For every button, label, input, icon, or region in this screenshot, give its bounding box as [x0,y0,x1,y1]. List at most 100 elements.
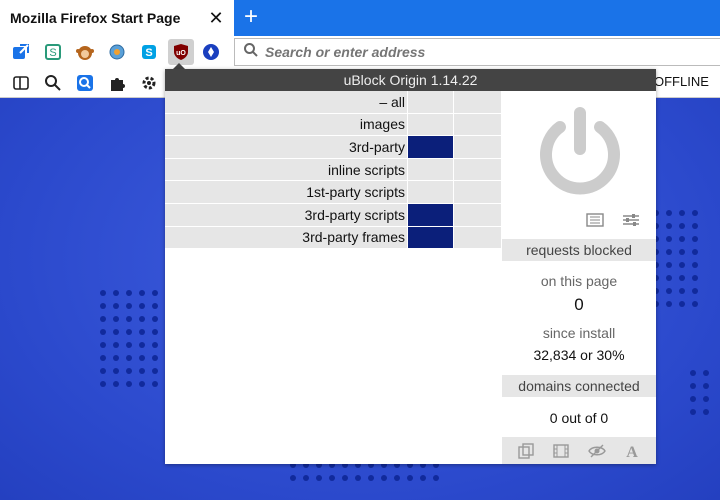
firewall-local-cell[interactable] [453,203,501,226]
firewall-local-cell[interactable] [453,91,501,113]
firewall-row-label: 3rd-party [165,136,407,158]
s-extension-icon[interactable]: S [42,41,64,63]
popup-footer-tools: A [502,437,656,464]
map-dot [703,409,709,415]
map-dot [342,475,348,481]
map-dot [126,290,132,296]
power-switch-icon[interactable] [532,101,628,197]
firewall-local-cell[interactable] [453,226,501,249]
gear-icon[interactable] [138,72,160,94]
skype-icon[interactable]: S [138,41,160,63]
no-media-icon[interactable] [550,441,572,461]
map-dot [113,355,119,361]
external-link-icon[interactable] [10,41,32,63]
map-dot [152,316,158,322]
navigation-extension-icon[interactable] [200,41,222,63]
map-dot [692,210,698,216]
map-dot [113,381,119,387]
map-dot [666,210,672,216]
sidebar-icon[interactable] [10,72,32,94]
map-dot [666,275,672,281]
svg-text:A: A [626,444,638,460]
map-dot [139,342,145,348]
firewall-row: 3rd-party scripts [165,203,501,227]
map-dot [690,370,696,376]
map-dot [666,249,672,255]
map-dot [329,475,335,481]
tab-title: Mozilla Firefox Start Page [10,10,181,26]
map-dot [113,316,119,322]
map-dot [126,368,132,374]
search-blue-icon[interactable] [74,72,96,94]
on-this-page-label: on this page [540,273,618,289]
map-dot [139,329,145,335]
address-bar[interactable] [234,38,720,66]
puzzle-icon[interactable] [106,72,128,94]
map-dot [113,368,119,374]
globe-extension-icon[interactable] [106,41,128,63]
firewall-row: 3rd-party [165,136,501,159]
firewall-global-cell[interactable] [407,203,453,226]
map-dot [126,342,132,348]
on-this-page-value: 0 [574,295,584,314]
map-dot [290,475,296,481]
map-dot [100,368,106,374]
no-remote-fonts-icon[interactable]: A [621,441,643,461]
no-popups-icon[interactable] [515,441,537,461]
firewall-global-cell[interactable] [407,181,453,203]
extensions-toolbar: S S uO [0,36,720,68]
firewall-global-cell[interactable] [407,158,453,181]
map-dot [679,288,685,294]
svg-text:S: S [49,47,56,59]
firewall-global-cell[interactable] [407,226,453,249]
no-cosmetic-filtering-icon[interactable] [586,441,608,461]
map-dot [113,290,119,296]
map-dot [703,370,709,376]
map-dot [692,249,698,255]
address-input[interactable] [265,44,665,60]
map-dot [100,303,106,309]
map-dot [139,355,145,361]
map-dot [381,475,387,481]
map-dot [420,475,426,481]
map-dot [139,290,145,296]
firewall-global-cell[interactable] [407,91,453,113]
map-dot [113,342,119,348]
firewall-row-label: 3rd-party scripts [165,203,407,226]
search-icon[interactable] [42,72,64,94]
map-dot [666,262,672,268]
map-dot [703,396,709,402]
map-dot [666,288,672,294]
firewall-row-label: images [165,113,407,136]
map-dot [152,342,158,348]
firewall-local-cell[interactable] [453,113,501,136]
dashboard-settings-icon[interactable] [620,211,642,229]
logger-icon[interactable] [584,211,606,229]
map-dot [679,236,685,242]
map-dot [679,223,685,229]
firewall-row: inline scripts [165,158,501,182]
map-dot [692,223,698,229]
map-dot [100,316,106,322]
close-tab-icon[interactable]: ✕ [204,6,228,30]
map-dot [433,475,439,481]
firewall-local-cell[interactable] [453,158,501,181]
firewall-row-label: inline scripts [165,158,407,181]
firewall-row: 3rd-party frames [165,226,501,250]
new-tab-button[interactable]: + [238,3,264,30]
map-dot [113,329,119,335]
map-dot [692,275,698,281]
firewall-global-cell[interactable] [407,136,453,158]
firewall-local-cell[interactable] [453,181,501,203]
firewall-local-cell[interactable] [453,136,501,158]
ublock-origin-icon[interactable]: uO [168,39,194,65]
since-install-value: 32,834 or 30% [533,347,625,363]
map-dot [679,301,685,307]
monkey-extension-icon[interactable] [74,41,96,63]
firewall-global-cell[interactable] [407,113,453,136]
map-dot [152,381,158,387]
active-tab[interactable]: Mozilla Firefox Start Page ✕ [0,0,234,36]
map-dot [692,236,698,242]
svg-text:uO: uO [176,50,186,57]
map-dot [100,355,106,361]
